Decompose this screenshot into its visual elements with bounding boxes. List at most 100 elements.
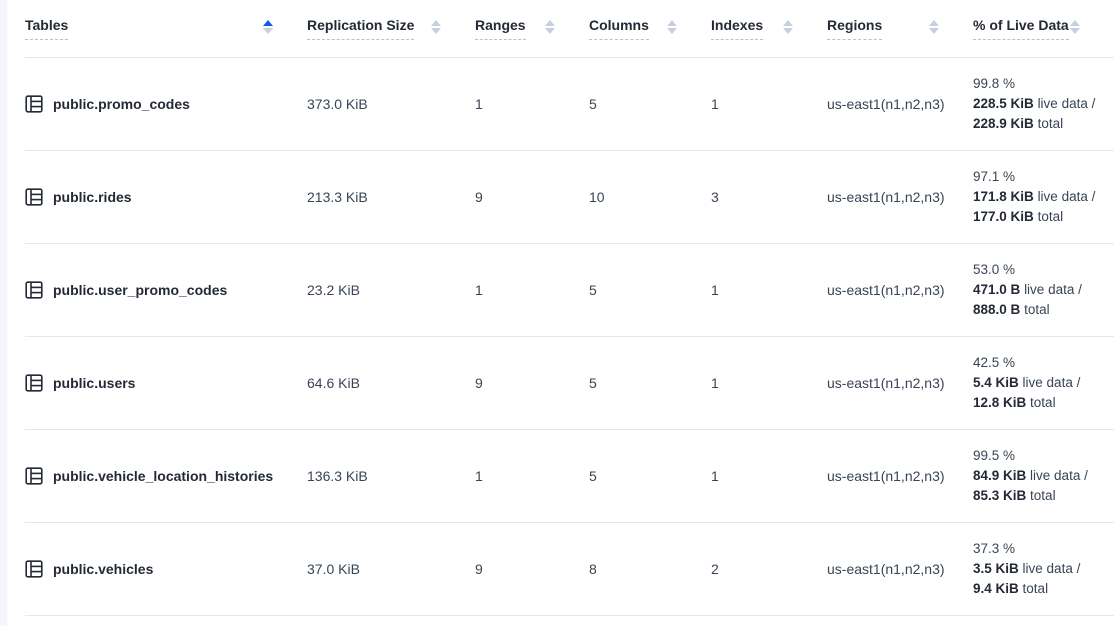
- total-data-amount: 177.0 KiB total: [973, 207, 1114, 227]
- regions-cell: us-east1(n1,n2,n3): [827, 561, 973, 577]
- column-header-label: Indexes: [711, 17, 763, 40]
- live-data-percent: 99.5 %: [973, 446, 1114, 466]
- replication-size-cell: 136.3 KiB: [307, 468, 475, 484]
- live-data-cell: 99.5 % 84.9 KiB live data / 85.3 KiB tot…: [973, 446, 1114, 506]
- total-data-amount: 12.8 KiB total: [973, 393, 1114, 413]
- live-data-cell: 53.0 % 471.0 B live data / 888.0 B total: [973, 260, 1114, 320]
- live-data-cell: 42.5 % 5.4 KiB live data / 12.8 KiB tota…: [973, 353, 1114, 413]
- indexes-cell: 1: [711, 282, 827, 298]
- live-data-percent: 53.0 %: [973, 260, 1114, 280]
- columns-cell: 8: [589, 561, 711, 577]
- replication-size-cell: 23.2 KiB: [307, 282, 475, 298]
- column-header-label: Regions: [827, 17, 882, 40]
- live-data-percent: 42.5 %: [973, 353, 1114, 373]
- live-data-percent: 99.8 %: [973, 74, 1114, 94]
- table-name-link[interactable]: public.rides: [53, 189, 132, 205]
- sort-toggle-icon[interactable]: [263, 20, 273, 34]
- table-row[interactable]: public.vehicle_location_histories 136.3 …: [25, 430, 1114, 523]
- column-header-replication-size[interactable]: Replication Size: [307, 17, 475, 40]
- column-header-tables[interactable]: Tables: [25, 17, 307, 40]
- caret-up-icon: [783, 20, 793, 26]
- columns-cell: 5: [589, 468, 711, 484]
- table-icon: [25, 281, 43, 299]
- columns-cell: 5: [589, 375, 711, 391]
- column-header-label: Ranges: [475, 17, 526, 40]
- replication-size-cell: 373.0 KiB: [307, 96, 475, 112]
- table-name-link[interactable]: public.user_promo_codes: [53, 282, 227, 298]
- column-header-label: Columns: [589, 17, 649, 40]
- regions-cell: us-east1(n1,n2,n3): [827, 468, 973, 484]
- table-header-row: Tables Replication Size Ranges Columns I…: [25, 0, 1114, 58]
- table-icon: [25, 188, 43, 206]
- table-name-cell: public.vehicles: [25, 560, 307, 578]
- table-icon: [25, 95, 43, 113]
- replication-size-cell: 37.0 KiB: [307, 561, 475, 577]
- column-header-label: Tables: [25, 17, 68, 40]
- ranges-cell: 9: [475, 375, 589, 391]
- live-data-amount: 84.9 KiB live data /: [973, 466, 1114, 486]
- indexes-cell: 3: [711, 189, 827, 205]
- ranges-cell: 1: [475, 282, 589, 298]
- live-data-amount: 171.8 KiB live data /: [973, 187, 1114, 207]
- sort-toggle-icon[interactable]: [929, 20, 939, 34]
- ranges-cell: 1: [475, 96, 589, 112]
- caret-up-icon: [667, 20, 677, 26]
- caret-down-icon: [263, 28, 273, 34]
- sort-toggle-icon[interactable]: [783, 20, 793, 34]
- table-body: public.promo_codes 373.0 KiB 1 5 1 us-ea…: [25, 58, 1114, 616]
- column-header-ranges[interactable]: Ranges: [475, 17, 589, 40]
- table-row[interactable]: public.users 64.6 KiB 9 5 1 us-east1(n1,…: [25, 337, 1114, 430]
- live-data-amount: 471.0 B live data /: [973, 280, 1114, 300]
- columns-cell: 10: [589, 189, 711, 205]
- column-header-label: % of Live Data: [973, 17, 1069, 40]
- total-data-amount: 9.4 KiB total: [973, 579, 1114, 599]
- table-icon: [25, 467, 43, 485]
- caret-up-icon: [263, 20, 273, 26]
- caret-up-icon: [1070, 20, 1080, 26]
- column-header-indexes[interactable]: Indexes: [711, 17, 827, 40]
- columns-cell: 5: [589, 96, 711, 112]
- ranges-cell: 9: [475, 189, 589, 205]
- regions-cell: us-east1(n1,n2,n3): [827, 96, 973, 112]
- table-icon: [25, 560, 43, 578]
- table-row[interactable]: public.vehicles 37.0 KiB 9 8 2 us-east1(…: [25, 523, 1114, 616]
- caret-up-icon: [929, 20, 939, 26]
- caret-down-icon: [431, 28, 441, 34]
- table-row[interactable]: public.rides 213.3 KiB 9 10 3 us-east1(n…: [25, 151, 1114, 244]
- caret-down-icon: [929, 28, 939, 34]
- live-data-amount: 5.4 KiB live data /: [973, 373, 1114, 393]
- table-name-link[interactable]: public.vehicles: [53, 561, 153, 577]
- table-name-link[interactable]: public.users: [53, 375, 135, 391]
- table-name-cell: public.users: [25, 374, 307, 392]
- live-data-percent: 37.3 %: [973, 539, 1114, 559]
- sort-toggle-icon[interactable]: [545, 20, 555, 34]
- live-data-amount: 3.5 KiB live data /: [973, 559, 1114, 579]
- table-row[interactable]: public.promo_codes 373.0 KiB 1 5 1 us-ea…: [25, 58, 1114, 151]
- caret-down-icon: [783, 28, 793, 34]
- column-header-regions[interactable]: Regions: [827, 17, 973, 40]
- table-name-cell: public.vehicle_location_histories: [25, 467, 307, 485]
- table-row[interactable]: public.user_promo_codes 23.2 KiB 1 5 1 u…: [25, 244, 1114, 337]
- sort-toggle-icon[interactable]: [667, 20, 677, 34]
- table-name-link[interactable]: public.promo_codes: [53, 96, 190, 112]
- table-name-cell: public.promo_codes: [25, 95, 307, 113]
- caret-up-icon: [545, 20, 555, 26]
- column-header-live-data[interactable]: % of Live Data: [973, 17, 1114, 40]
- table-icon: [25, 374, 43, 392]
- column-header-label: Replication Size: [307, 17, 414, 40]
- live-data-cell: 99.8 % 228.5 KiB live data / 228.9 KiB t…: [973, 74, 1114, 134]
- indexes-cell: 1: [711, 468, 827, 484]
- total-data-amount: 85.3 KiB total: [973, 486, 1114, 506]
- table-name-link[interactable]: public.vehicle_location_histories: [53, 468, 273, 484]
- indexes-cell: 2: [711, 561, 827, 577]
- caret-down-icon: [667, 28, 677, 34]
- live-data-percent: 97.1 %: [973, 167, 1114, 187]
- sort-toggle-icon[interactable]: [431, 20, 441, 34]
- live-data-amount: 228.5 KiB live data /: [973, 94, 1114, 114]
- tables-list-card: Tables Replication Size Ranges Columns I…: [7, 0, 1114, 626]
- total-data-amount: 228.9 KiB total: [973, 114, 1114, 134]
- caret-up-icon: [431, 20, 441, 26]
- column-header-columns[interactable]: Columns: [589, 17, 711, 40]
- ranges-cell: 9: [475, 561, 589, 577]
- sort-toggle-icon[interactable]: [1070, 20, 1080, 34]
